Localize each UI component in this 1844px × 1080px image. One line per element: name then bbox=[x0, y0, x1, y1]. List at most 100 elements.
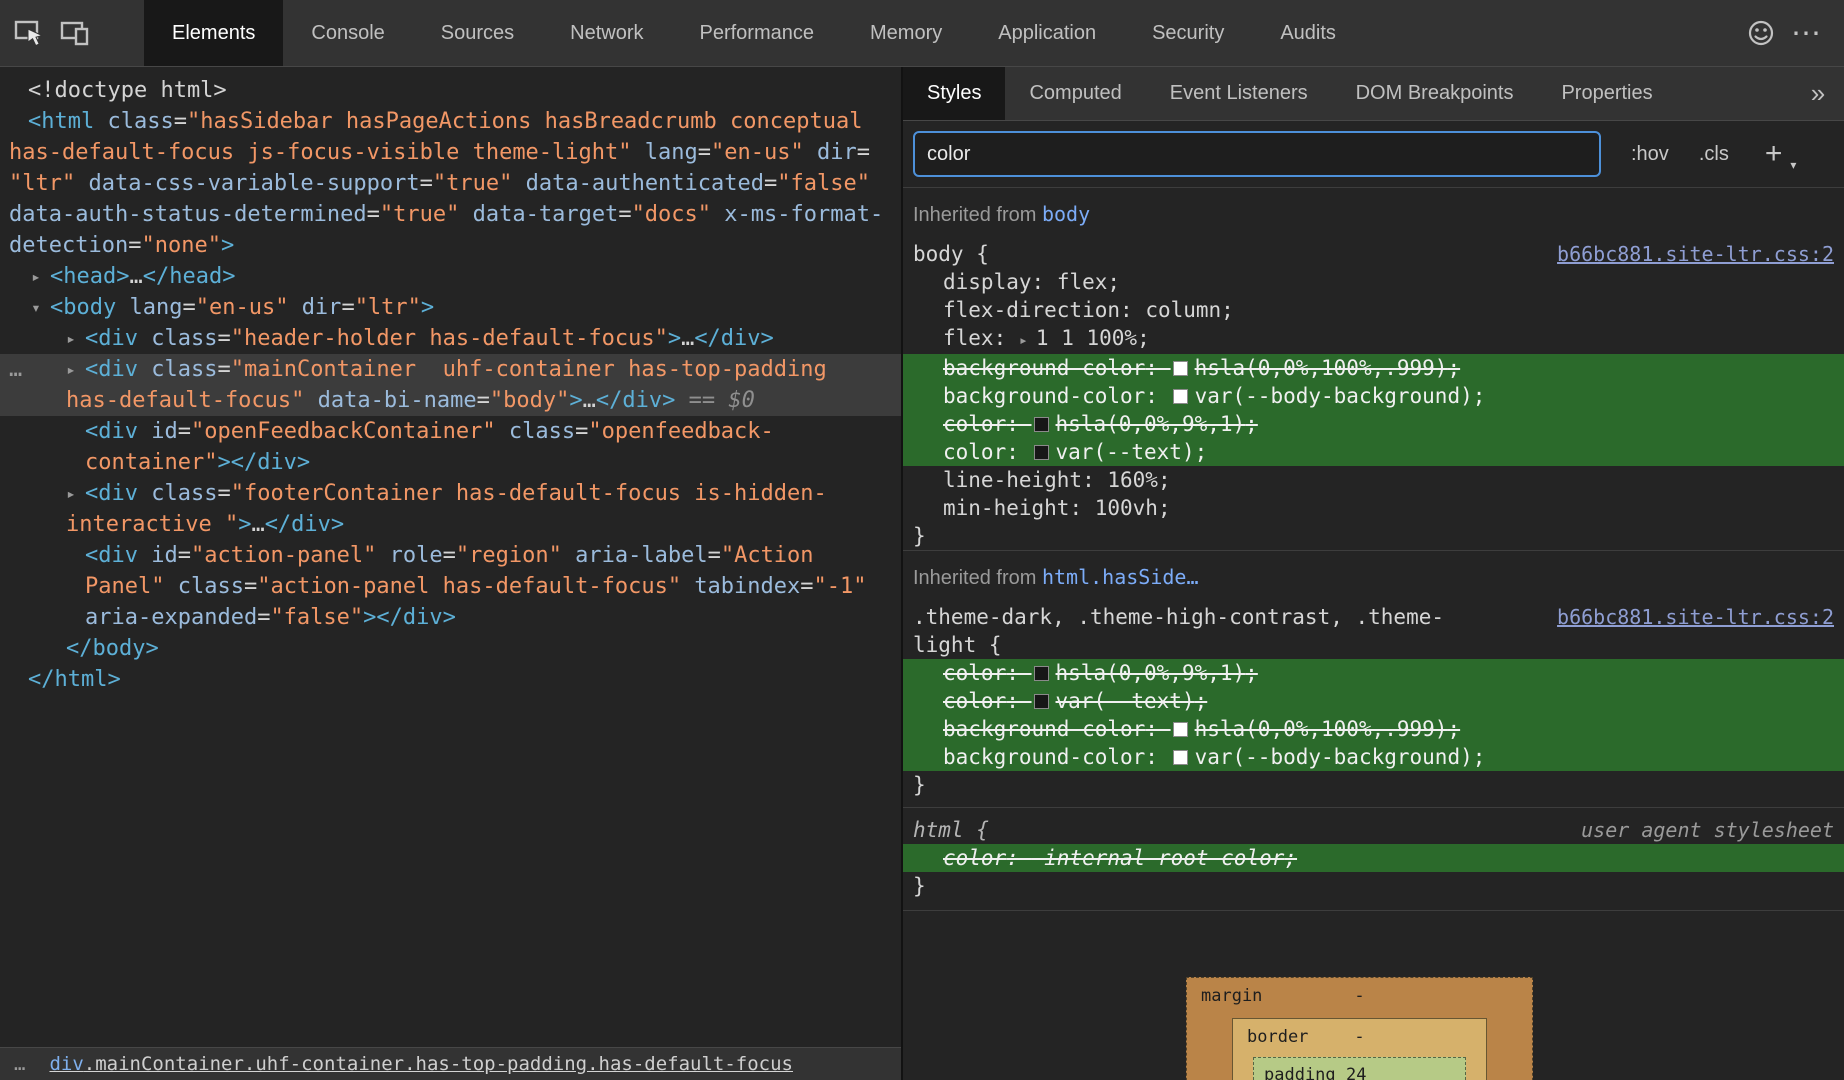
color-swatch[interactable] bbox=[1173, 750, 1188, 765]
margin-top-value[interactable]: - bbox=[1354, 986, 1364, 1006]
inherited-from-target[interactable]: body bbox=[1042, 202, 1090, 226]
toggle-element-state-button[interactable]: :hov bbox=[1631, 143, 1669, 166]
css-declaration[interactable]: background-color: var(--body-background)… bbox=[903, 382, 1844, 410]
dom-tree-row[interactable]: …▸<div class="mainContainer uhf-containe… bbox=[0, 354, 901, 385]
tab-console[interactable]: Console bbox=[283, 0, 412, 66]
css-declaration[interactable]: flex-direction: column; bbox=[903, 296, 1844, 324]
dom-tree-row[interactable]: data-auth-status-determined="true" data-… bbox=[0, 199, 901, 230]
dom-tree-row[interactable]: "ltr" data-css-variable-support="true" d… bbox=[0, 168, 901, 199]
css-declaration[interactable]: color: var(--text); bbox=[903, 687, 1844, 715]
box-model-border[interactable]: border - padding 24 bbox=[1232, 1018, 1487, 1080]
css-property-value: hsla(0,0%,9%,1) bbox=[1056, 412, 1246, 436]
dom-tree-row[interactable]: container"></div> bbox=[0, 447, 901, 478]
css-selector[interactable]: body { bbox=[913, 240, 1543, 268]
syntax-token: "body" bbox=[490, 388, 569, 413]
new-style-rule-button[interactable]: +▾ bbox=[1765, 139, 1783, 169]
syntax-token: "region" bbox=[456, 543, 562, 568]
disclosure-collapsed-icon[interactable]: ▸ bbox=[59, 354, 83, 385]
css-declaration[interactable]: line-height: 160%; bbox=[903, 466, 1844, 494]
styles-tab-event-listeners[interactable]: Event Listeners bbox=[1146, 67, 1332, 120]
border-label: border bbox=[1247, 1027, 1308, 1047]
dom-tree-row[interactable]: <div id="action-panel" role="region" ari… bbox=[0, 540, 901, 571]
inherited-from-target[interactable]: html.hasSide… bbox=[1042, 565, 1199, 589]
dom-tree-row[interactable]: aria-expanded="false"></div> bbox=[0, 602, 901, 633]
tab-audits[interactable]: Audits bbox=[1252, 0, 1364, 66]
breadcrumb-selected-element[interactable]: div.mainContainer.uhf-container.has-top-… bbox=[49, 1053, 793, 1075]
tab-security[interactable]: Security bbox=[1124, 0, 1252, 66]
device-toolbar-icon[interactable] bbox=[52, 0, 98, 66]
styles-tab-styles[interactable]: Styles bbox=[903, 67, 1005, 120]
dom-tree-row[interactable]: <div id="openFeedbackContainer" class="o… bbox=[0, 416, 901, 447]
color-swatch[interactable] bbox=[1173, 361, 1188, 376]
expand-shorthand-icon[interactable]: ▸ bbox=[1019, 331, 1028, 349]
syntax-token bbox=[138, 326, 151, 351]
stylesheet-link[interactable]: b66bc881.site-ltr.css:2 bbox=[1557, 240, 1834, 268]
feedback-smiley-icon[interactable] bbox=[1738, 0, 1784, 66]
syntax-token: <div bbox=[85, 419, 138, 444]
inspect-element-icon[interactable] bbox=[6, 0, 52, 66]
element-classes-button[interactable]: .cls bbox=[1699, 143, 1729, 166]
dom-tree-row[interactable]: interactive ">…</div> bbox=[0, 509, 901, 540]
tab-memory[interactable]: Memory bbox=[842, 0, 970, 66]
disclosure-collapsed-icon[interactable]: ▸ bbox=[59, 478, 83, 509]
css-declaration[interactable]: background-color: hsla(0,0%,100%,.999); bbox=[903, 715, 1844, 743]
styles-tab-computed[interactable]: Computed bbox=[1005, 67, 1145, 120]
tab-sources[interactable]: Sources bbox=[413, 0, 542, 66]
styles-filter-input[interactable] bbox=[913, 131, 1601, 177]
padding-top-value[interactable]: 24 bbox=[1346, 1065, 1366, 1080]
dom-tree-row[interactable]: ▸<div class="header-holder has-default-f… bbox=[0, 323, 901, 354]
dom-tree-row[interactable]: detection="none"> bbox=[0, 230, 901, 261]
dom-code-line: container"></div> bbox=[0, 450, 310, 475]
css-selector[interactable]: html { bbox=[913, 816, 1567, 844]
breadcrumb-overflow-icon[interactable]: … bbox=[14, 1053, 25, 1075]
styles-tab-dom-breakpoints[interactable]: DOM Breakpoints bbox=[1332, 67, 1538, 120]
tab-performance[interactable]: Performance bbox=[672, 0, 843, 66]
dom-tree-row[interactable]: <html class="hasSidebar hasPageActions h… bbox=[0, 106, 901, 137]
tab-elements[interactable]: Elements bbox=[144, 0, 283, 66]
dom-tree-row[interactable]: <!doctype html> bbox=[0, 75, 901, 106]
css-declaration[interactable]: flex: ▸1 1 100%; bbox=[903, 324, 1844, 354]
box-model-padding[interactable]: padding 24 bbox=[1253, 1057, 1466, 1080]
dom-tree-row[interactable]: ▾<body lang="en-us" dir="ltr"> bbox=[0, 292, 901, 323]
css-declaration[interactable]: display: flex; bbox=[903, 268, 1844, 296]
css-declaration[interactable]: color: var(--text); bbox=[903, 438, 1844, 466]
dom-tree-row[interactable]: ▸<head>…</head> bbox=[0, 261, 901, 292]
disclosure-collapsed-icon[interactable]: ▸ bbox=[59, 323, 83, 354]
css-declaration[interactable]: color: -internal-root-color; bbox=[903, 844, 1844, 872]
dom-tree-row[interactable]: ▸<div class="footerContainer has-default… bbox=[0, 478, 901, 509]
dom-tree-row[interactable]: has-default-focus" data-bi-name="body">…… bbox=[0, 385, 901, 416]
dom-tree-row[interactable]: Panel" class="action-panel has-default-f… bbox=[0, 571, 901, 602]
main-tabs: ElementsConsoleSourcesNetworkPerformance… bbox=[144, 0, 1364, 66]
css-declaration[interactable]: min-height: 100vh; bbox=[903, 494, 1844, 522]
color-swatch[interactable] bbox=[1034, 666, 1049, 681]
color-swatch[interactable] bbox=[1173, 722, 1188, 737]
disclosure-collapsed-icon[interactable]: ▸ bbox=[24, 261, 48, 292]
border-top-value[interactable]: - bbox=[1354, 1027, 1364, 1047]
dom-tree-row[interactable]: has-default-focus js-focus-visible theme… bbox=[0, 137, 901, 168]
syntax-token: id bbox=[151, 543, 178, 568]
tab-overflow-chevrons-icon[interactable]: » bbox=[1792, 67, 1844, 120]
disclosure-expanded-icon[interactable]: ▾ bbox=[24, 292, 48, 323]
dom-tree-row[interactable]: </html> bbox=[0, 664, 901, 695]
css-declaration[interactable]: background-color: var(--body-background)… bbox=[903, 743, 1844, 771]
syntax-token: data-bi-name bbox=[318, 388, 477, 413]
dom-tree-row[interactable]: </body> bbox=[0, 633, 901, 664]
css-declaration[interactable]: color: hsla(0,0%,9%,1); bbox=[903, 410, 1844, 438]
dom-code-line: <div id="openFeedbackContainer" class="o… bbox=[0, 419, 774, 444]
css-selector[interactable]: .theme-dark, .theme-high-contrast, .them… bbox=[913, 603, 1543, 659]
color-swatch[interactable] bbox=[1034, 417, 1049, 432]
styles-tab-properties[interactable]: Properties bbox=[1537, 67, 1676, 120]
box-model-margin[interactable]: margin - border - padding 24 bbox=[1186, 977, 1533, 1080]
tab-application[interactable]: Application bbox=[970, 0, 1124, 66]
css-declaration[interactable]: color: hsla(0,0%,9%,1); bbox=[903, 659, 1844, 687]
color-swatch[interactable] bbox=[1034, 445, 1049, 460]
color-swatch[interactable] bbox=[1034, 694, 1049, 709]
more-menu-icon[interactable]: ⋯ bbox=[1784, 0, 1830, 66]
color-swatch[interactable] bbox=[1173, 389, 1188, 404]
css-declaration[interactable]: background-color: hsla(0,0%,100%,.999); bbox=[903, 354, 1844, 382]
stylesheet-link[interactable]: b66bc881.site-ltr.css:2 bbox=[1557, 603, 1834, 631]
syntax-token: = bbox=[128, 233, 141, 258]
syntax-token: </head> bbox=[143, 264, 236, 289]
syntax-token: = bbox=[217, 357, 230, 382]
tab-network[interactable]: Network bbox=[542, 0, 671, 66]
